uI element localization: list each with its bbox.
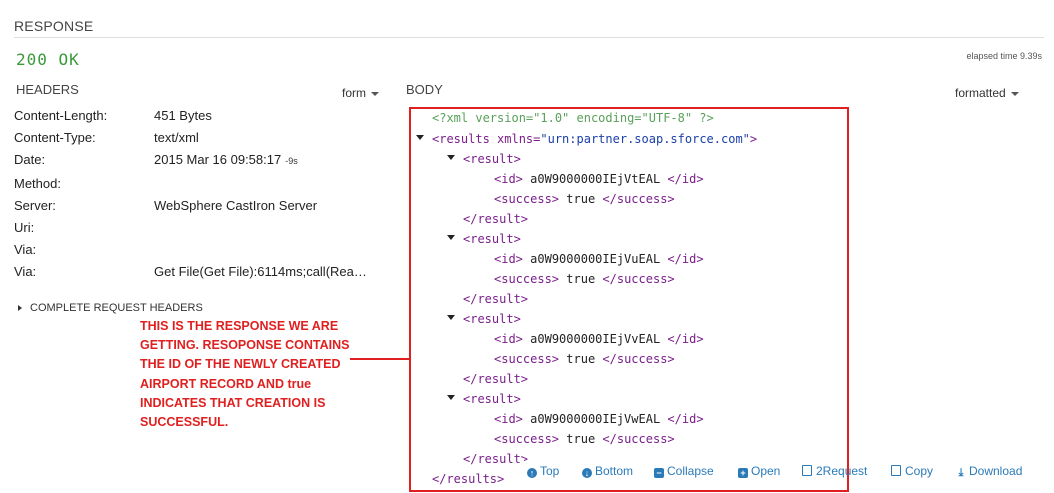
- to-request-button[interactable]: 2Request: [802, 464, 867, 478]
- copy-icon: [891, 465, 901, 476]
- download-button[interactable]: ⤓ Download: [956, 464, 1023, 479]
- copy-to-request-icon: [802, 465, 812, 476]
- collapse-label: Collapse: [667, 464, 714, 478]
- minus-square-icon: −: [654, 468, 664, 478]
- arrow-down-icon: ↓: [582, 468, 592, 478]
- download-icon: ⤓: [958, 467, 964, 479]
- to-request-label: 2Request: [816, 464, 868, 478]
- copy-label: Copy: [905, 464, 934, 478]
- open-button[interactable]: + Open: [738, 464, 780, 478]
- bottom-button[interactable]: ↓ Bottom: [582, 464, 633, 478]
- collapse-button[interactable]: − Collapse: [654, 464, 714, 478]
- copy-button[interactable]: Copy: [891, 464, 933, 478]
- highlight-box: [409, 107, 849, 492]
- arrow-up-icon: ↑: [527, 468, 537, 478]
- top-button[interactable]: ↑ Top: [527, 464, 559, 478]
- toolbar-backdrop: [520, 458, 524, 468]
- top-label: Top: [540, 464, 560, 478]
- bottom-label: Bottom: [595, 464, 634, 478]
- plus-square-icon: +: [738, 468, 748, 478]
- download-label: Download: [969, 464, 1023, 478]
- open-label: Open: [751, 464, 781, 478]
